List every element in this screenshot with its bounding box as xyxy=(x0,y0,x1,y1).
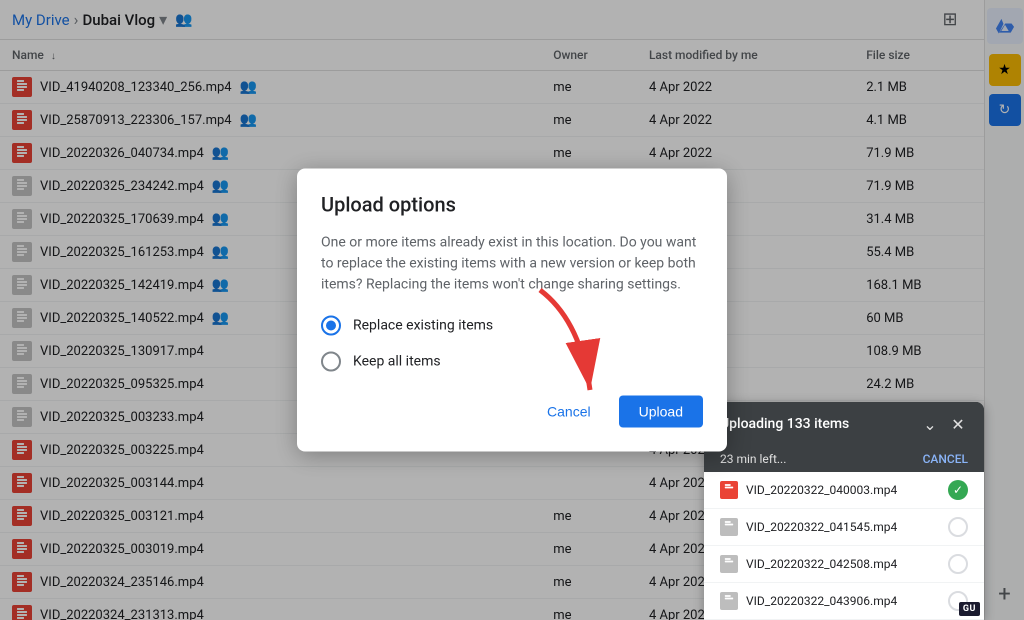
minimize-icon[interactable]: ⌄ xyxy=(920,414,940,434)
replace-radio[interactable] xyxy=(321,316,341,336)
close-upload-icon[interactable]: ✕ xyxy=(948,414,968,434)
upload-panel-title: Uploading 133 items xyxy=(720,416,920,432)
dialog-actions: Cancel Upload xyxy=(321,396,703,428)
pending-icon xyxy=(948,554,968,574)
upload-progress-row: 23 min left... CANCEL xyxy=(704,446,984,472)
dialog-body: One or more items already exist in this … xyxy=(321,233,703,296)
upload-panel-icons: ⌄ ✕ xyxy=(920,414,968,434)
time-left: 23 min left... xyxy=(720,452,786,466)
done-icon: ✓ xyxy=(948,480,968,500)
upload-file-name: VID_20220322_042508.mp4 xyxy=(746,557,940,571)
cancel-button[interactable]: Cancel xyxy=(527,396,611,428)
upload-file-icon xyxy=(720,592,738,610)
upload-file-icon xyxy=(720,481,738,499)
keep-label: Keep all items xyxy=(353,354,441,370)
keep-radio[interactable] xyxy=(321,352,341,372)
keep-option[interactable]: Keep all items xyxy=(321,352,703,372)
pending-icon xyxy=(948,517,968,537)
upload-file-icon xyxy=(720,555,738,573)
cancel-upload-link[interactable]: CANCEL xyxy=(923,452,968,466)
upload-panel: Uploading 133 items ⌄ ✕ 23 min left... C… xyxy=(704,402,984,620)
upload-file-list: VID_20220322_040003.mp4 ✓ VID_20220322_0… xyxy=(704,472,984,620)
upload-file-item: VID_20220322_041545.mp4 xyxy=(704,509,984,546)
upload-file-name: VID_20220322_040003.mp4 xyxy=(746,483,940,497)
replace-option[interactable]: Replace existing items xyxy=(321,316,703,336)
upload-button[interactable]: Upload xyxy=(619,396,703,428)
upload-file-item: VID_20220322_043906.mp4 xyxy=(704,583,984,620)
upload-panel-header: Uploading 133 items ⌄ ✕ xyxy=(704,402,984,446)
upload-file-icon xyxy=(720,518,738,536)
dialog-title: Upload options xyxy=(321,193,703,217)
watermark: GU xyxy=(959,602,980,616)
upload-file-name: VID_20220322_041545.mp4 xyxy=(746,520,940,534)
upload-file-item: VID_20220322_040003.mp4 ✓ xyxy=(704,472,984,509)
upload-file-item: VID_20220322_042508.mp4 xyxy=(704,546,984,583)
radio-group: Replace existing items Keep all items xyxy=(321,316,703,372)
upload-file-name: VID_20220322_043906.mp4 xyxy=(746,594,940,608)
replace-label: Replace existing items xyxy=(353,318,493,334)
upload-options-dialog: Upload options One or more items already… xyxy=(297,169,727,452)
